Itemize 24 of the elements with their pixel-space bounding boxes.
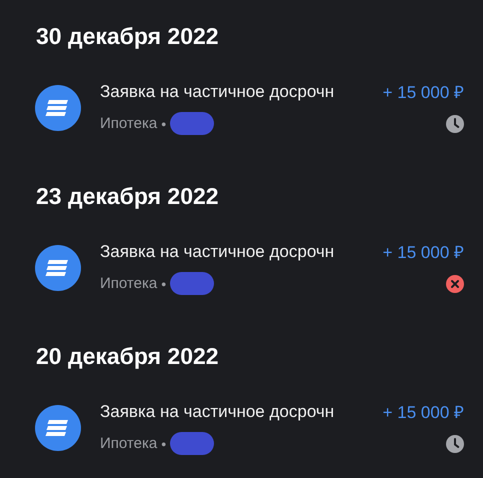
operation-category: Ипотека xyxy=(100,115,158,132)
error-icon xyxy=(446,274,464,292)
separator-dot: • xyxy=(161,436,166,452)
operation-category: Ипотека xyxy=(100,275,158,292)
redaction-mark xyxy=(170,112,214,135)
operation-title[interactable]: Заявка на частичное досрочн xyxy=(100,82,334,102)
separator-dot: • xyxy=(161,116,166,132)
bank-logo-icon xyxy=(35,244,81,290)
bank-logo-icon xyxy=(35,404,81,450)
separator-dot: • xyxy=(161,276,166,292)
operation-title[interactable]: Заявка на частичное досрочн xyxy=(100,242,334,262)
date-heading: 23 декабря 2022 xyxy=(36,182,220,211)
clock-icon xyxy=(446,114,464,132)
date-heading: 30 декабря 2022 xyxy=(36,22,220,51)
redaction-mark xyxy=(170,432,214,455)
date-heading: 20 декабря 2022 xyxy=(36,342,220,371)
operation-title[interactable]: Заявка на частичное досрочн xyxy=(100,402,334,422)
operation-amount: + 15 000 ₽ xyxy=(382,402,464,423)
bank-logo-icon xyxy=(35,84,81,130)
clock-icon xyxy=(446,434,464,452)
operation-amount: + 15 000 ₽ xyxy=(382,242,464,263)
operation-category: Ипотека xyxy=(100,435,158,452)
redaction-mark xyxy=(170,272,214,295)
operation-amount: + 15 000 ₽ xyxy=(382,82,464,103)
